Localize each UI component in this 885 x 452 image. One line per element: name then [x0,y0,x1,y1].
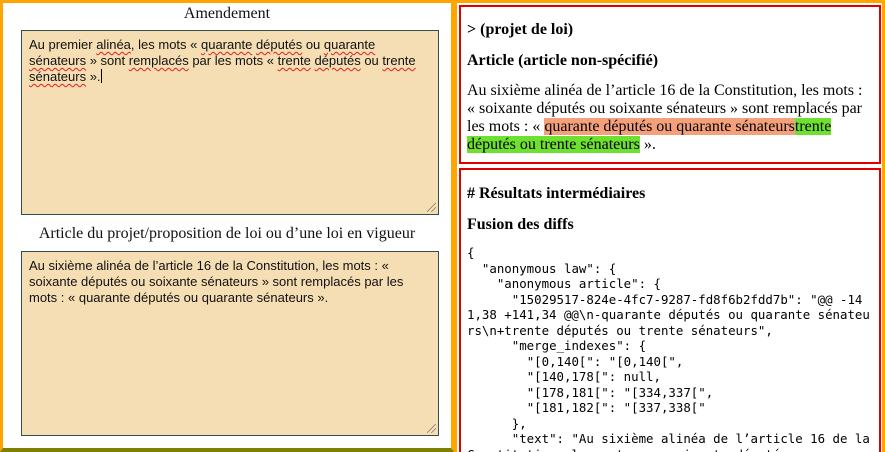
amendment-text: Au premier alinéa, les mots « quarante d… [29,37,416,84]
spellcheck-word: remplacés [128,53,189,68]
amendment-text-fragment: ». [86,69,101,84]
resize-grip-icon[interactable] [427,424,436,433]
article-title: Article du projet/proposition de loi ou … [38,225,416,242]
article-text: Au sixième alinéa de l’article 16 de la … [29,258,404,305]
law-preview-card: > (projet de loi) Article (article non-s… [459,5,881,164]
amendment-text-fragment: ou [360,53,383,68]
spellcheck-word: députés [314,53,361,68]
spellcheck-word: sénateurs [29,69,87,84]
right-column: > (projet de loi) Article (article non-s… [454,0,885,452]
amendment-text-fragment: par les mots « [188,53,278,68]
diff-json: { "anonymous law": { "anonymous article"… [467,245,870,452]
text-cursor [100,69,102,83]
diff-merge-heading: Fusion des diffs [467,216,574,233]
spellcheck-word: trente [277,53,311,68]
results-heading: # Résultats intermédiaires [467,185,646,202]
spellcheck-word: quarante [200,37,253,52]
amendment-text-fragment: Au premier [29,37,97,52]
law-text-after: ». [639,136,656,153]
spellcheck-word: sénateurs [29,53,87,68]
article-textarea[interactable]: Au sixième alinéa de l’article 16 de la … [21,251,439,436]
law-diff-text: Au sixième alinéa de l’article 16 de la … [467,82,873,154]
spellcheck-word: députés [255,37,303,52]
amendment-text-fragment: , les mots « [130,37,201,52]
law-heading: > (projet de loi) [467,21,574,38]
amendment-text-fragment: » sont [86,53,129,68]
left-pane: Amendement Au premier alinéa, les mots «… [0,0,454,452]
article-heading: Article (article non-spécifié) [467,52,659,69]
spellcheck-word: alinéa [96,37,131,52]
spellcheck-word: trente [382,53,416,68]
amendment-text-fragment: ou [302,37,324,52]
resize-grip-icon[interactable] [427,203,436,212]
amendment-textarea[interactable]: Au premier alinéa, les mots « quarante d… [21,30,439,215]
spellcheck-word: quarante [323,37,376,52]
results-card: # Résultats intermédiaires Fusion des di… [459,168,881,452]
deleted-text: quarante députés ou quarante sénateurs [544,118,795,135]
amendment-title: Amendement [183,5,271,22]
